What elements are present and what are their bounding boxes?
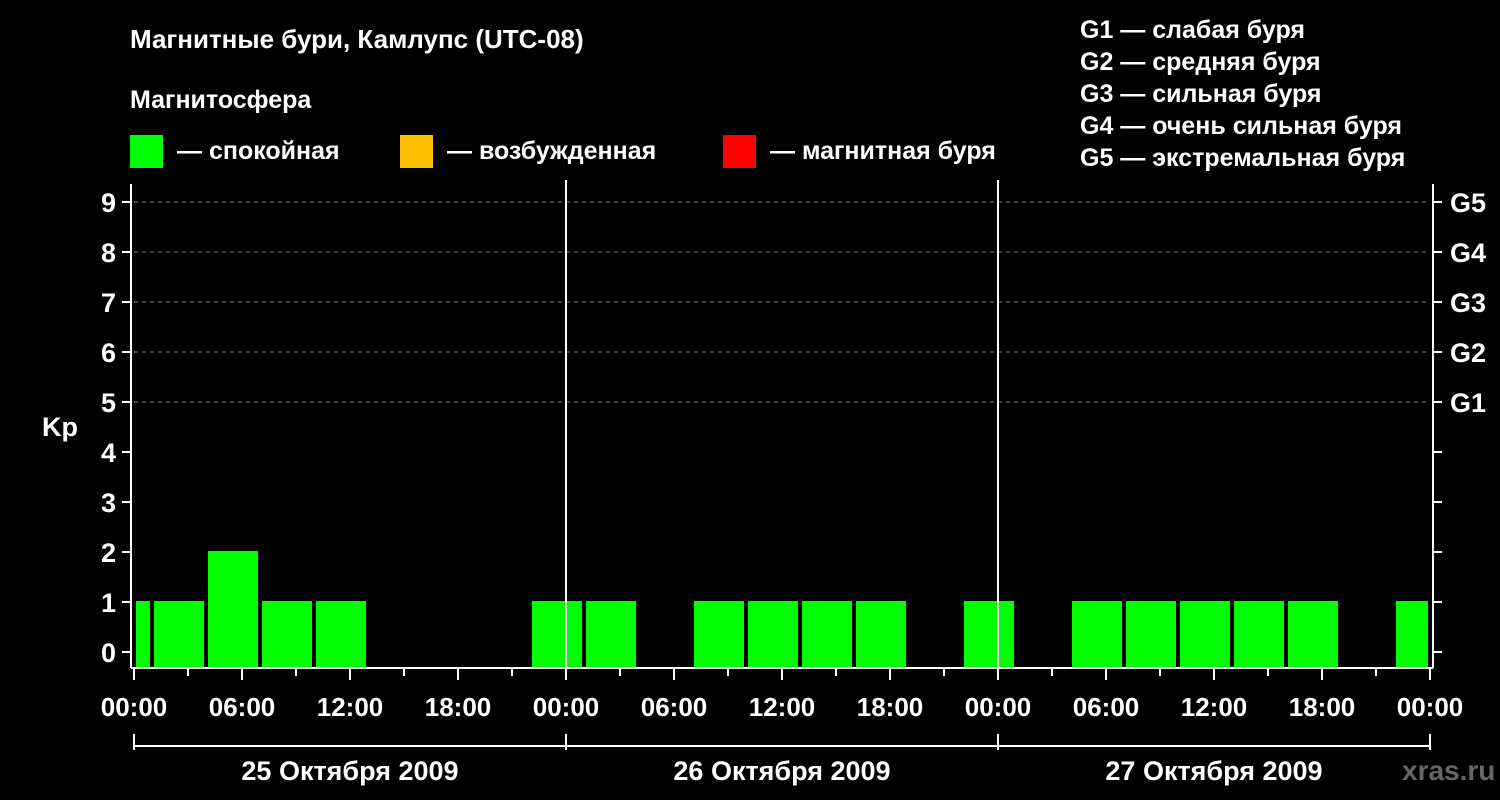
kp-bar [802, 601, 852, 668]
x-tick-label: 00:00 [533, 692, 600, 722]
kp-bar [262, 601, 312, 668]
y-tick-label: 4 [101, 438, 116, 468]
kp-bar [1126, 601, 1176, 668]
kp-bar [586, 601, 636, 668]
kp-bar [532, 601, 582, 668]
x-tick-label: 06:00 [209, 692, 276, 722]
y-tick-label: 2 [101, 538, 116, 568]
x-tick-label: 12:00 [317, 692, 384, 722]
g-scale-label: G4 [1450, 238, 1486, 268]
g-scale-label: G3 [1450, 288, 1486, 318]
day-label: 26 Октября 2009 [673, 756, 890, 786]
kp-bar [208, 551, 258, 668]
day-label: 25 Октября 2009 [241, 756, 458, 786]
kp-bar [1072, 601, 1122, 668]
y-tick-label: 3 [101, 488, 116, 518]
kp-bar [1180, 601, 1230, 668]
g-scale-label: G5 [1450, 188, 1486, 218]
kp-bar [1234, 601, 1284, 668]
x-tick-label: 06:00 [1073, 692, 1140, 722]
kp-bar-chart: 0 1 2 3 4 5 6 7 8 9 G1 G2 G3 G4 G5 00:00 06:00 12:00 18:00… [101, 180, 1486, 786]
y-tick-label: 7 [101, 288, 116, 318]
y-tick-label: 1 [101, 588, 116, 618]
kp-bar [964, 601, 1014, 668]
kp-bar [694, 601, 744, 668]
day-label: 27 Октября 2009 [1105, 756, 1322, 786]
x-tick-label: 06:00 [641, 692, 708, 722]
kp-bar [316, 601, 366, 668]
g-scale-label: G2 [1450, 338, 1486, 368]
kp-bar [154, 601, 204, 668]
kp-bar [1396, 601, 1428, 668]
x-tick-label: 18:00 [425, 692, 492, 722]
y-tick-label: 5 [101, 388, 116, 418]
x-tick-label: 12:00 [1181, 692, 1248, 722]
g-scale-label: G1 [1450, 388, 1486, 418]
y-tick-label: 8 [101, 238, 116, 268]
x-tick-label: 18:00 [857, 692, 924, 722]
kp-bar [856, 601, 906, 668]
y-tick-label: 6 [101, 338, 116, 368]
kp-bar [1288, 601, 1338, 668]
x-tick-label: 18:00 [1289, 692, 1356, 722]
kp-bar [136, 601, 150, 668]
x-tick-label: 00:00 [1397, 692, 1464, 722]
x-tick-label: 12:00 [749, 692, 816, 722]
watermark: xras.ru [1402, 755, 1496, 786]
y-tick-label: 9 [101, 188, 116, 218]
x-tick-label: 00:00 [101, 692, 168, 722]
x-tick-label: 00:00 [965, 692, 1032, 722]
y-tick-label: 0 [101, 638, 116, 668]
kp-bar [748, 601, 798, 668]
